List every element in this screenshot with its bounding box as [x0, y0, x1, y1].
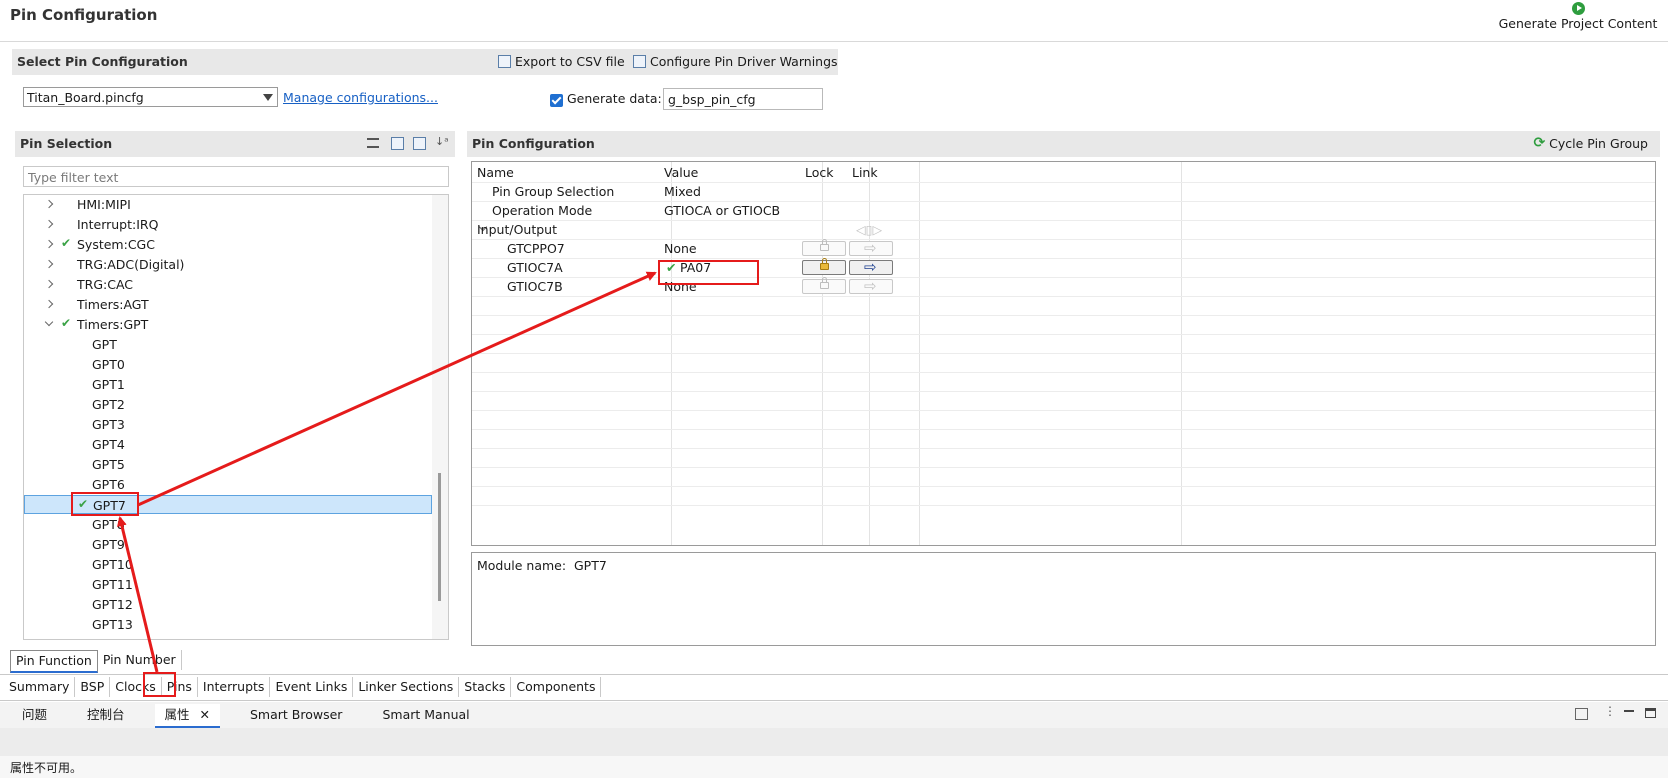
annotation-arrows: [117, 271, 657, 673]
arrow-to-pa07: [137, 271, 657, 507]
arrow-to-gpt7: [117, 516, 159, 673]
